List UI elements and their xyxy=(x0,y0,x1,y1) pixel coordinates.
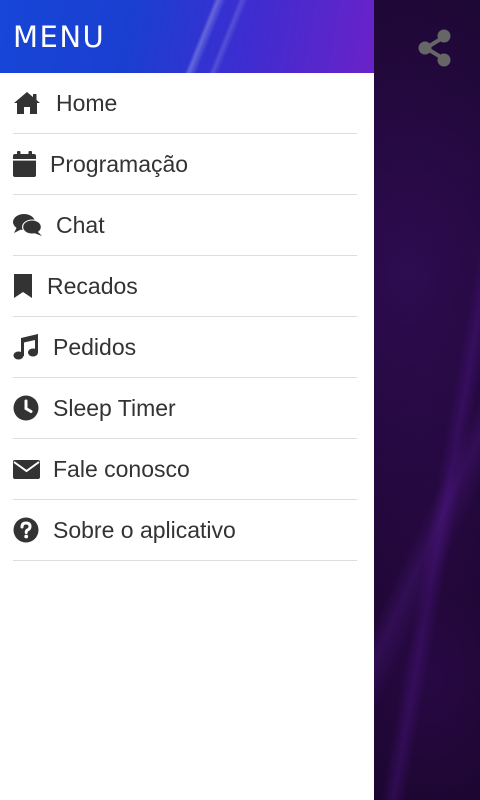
music-icon xyxy=(13,333,53,361)
drawer-header: MENU xyxy=(0,0,374,73)
menu-item-label: Pedidos xyxy=(53,333,137,360)
menu-item-label: Sleep Timer xyxy=(53,394,176,421)
menu-item-label: Chat xyxy=(56,211,105,238)
navigation-drawer: MENU Home Programação Chat Recados Pedid… xyxy=(0,0,374,800)
menu-item-label: Programação xyxy=(50,150,189,177)
app-screen: MENU Home Programação Chat Recados Pedid… xyxy=(0,0,480,800)
clock-icon xyxy=(13,394,53,422)
menu-list: Home Programação Chat Recados Pedidos Sl… xyxy=(0,73,374,561)
home-icon xyxy=(13,89,56,117)
menu-item-label: Home xyxy=(56,89,118,116)
menu-item-sleep-timer[interactable]: Sleep Timer xyxy=(13,378,357,439)
menu-item-label: Fale conosco xyxy=(53,455,190,482)
share-button[interactable] xyxy=(412,26,458,70)
menu-item-programacao[interactable]: Programação xyxy=(13,134,357,195)
menu-item-recados[interactable]: Recados xyxy=(13,256,357,317)
question-circle-icon xyxy=(13,516,53,544)
chat-icon xyxy=(13,211,56,239)
menu-item-chat[interactable]: Chat xyxy=(13,195,357,256)
menu-item-sobre-o-aplicativo[interactable]: Sobre o aplicativo xyxy=(13,500,357,561)
drawer-title: MENU xyxy=(13,20,106,54)
share-icon xyxy=(418,29,451,67)
menu-item-home[interactable]: Home xyxy=(13,73,357,134)
calendar-icon xyxy=(13,150,50,178)
menu-item-label: Sobre o aplicativo xyxy=(53,516,236,543)
envelope-icon xyxy=(13,455,53,483)
bookmark-icon xyxy=(13,272,47,300)
menu-item-fale-conosco[interactable]: Fale conosco xyxy=(13,439,357,500)
menu-item-pedidos[interactable]: Pedidos xyxy=(13,317,357,378)
menu-item-label: Recados xyxy=(47,272,138,299)
